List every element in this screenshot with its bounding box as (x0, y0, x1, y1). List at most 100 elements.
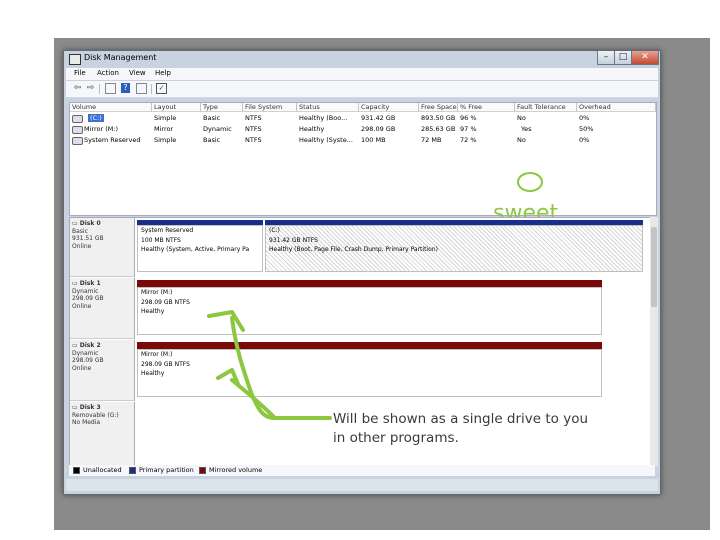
menu-help[interactable]: Help (155, 69, 171, 77)
legend-label-primary: Primary partition (139, 466, 194, 474)
volume-fault-tolerance: No (517, 136, 526, 144)
column-header-layout[interactable]: Layout (152, 103, 201, 112)
volume-file-system: NTFS (245, 136, 262, 144)
volume-status: Healthy (299, 125, 325, 133)
toolbar: ⇦ ⇨ ? ✓ (66, 81, 658, 98)
legend-swatch-mirrored (199, 467, 206, 474)
help-icon[interactable]: ? (121, 83, 130, 93)
refresh-icon[interactable] (136, 83, 147, 94)
volume-free-space: 72 MB (421, 136, 442, 144)
menu-file[interactable]: File (74, 69, 86, 77)
minimize-button[interactable]: – (597, 51, 615, 65)
partition-title: System Reserved (141, 227, 194, 234)
menu-action[interactable]: Action (97, 69, 119, 77)
volume-capacity: 100 MB (361, 136, 386, 144)
volume-status: Healthy (Boo... (299, 114, 348, 122)
partition-status: Healthy (Boot, Page File, Crash Dump, Pr… (269, 246, 438, 253)
back-icon[interactable]: ⇦ (72, 83, 83, 94)
partition-status: Healthy (System, Active, Primary Pa (141, 246, 250, 253)
volume-free-space: 285.63 GB (421, 125, 456, 133)
partition-title: Mirror (M:) (141, 351, 173, 358)
console-icon[interactable]: ✓ (156, 83, 167, 94)
disk-0-label[interactable]: ▭ Disk 0 Basic 931.51 GB Online (70, 218, 135, 277)
volume-free-space: 893.50 GB (421, 114, 456, 122)
column-header-status[interactable]: Status (297, 103, 359, 112)
partition-size: 931.42 GB NTFS (269, 236, 318, 244)
toolbar-separator (151, 84, 152, 94)
volume-overhead: 0% (579, 114, 590, 122)
disk-name: ▭ Disk 0 (72, 220, 101, 227)
disk-status: Online (72, 242, 92, 250)
window-title: Disk Management (84, 53, 157, 62)
volume-fault-tolerance: No (517, 114, 526, 122)
disk-size: 298.09 GB (72, 357, 104, 364)
annotation-note: Will be shown as a single drive to you i… (333, 410, 588, 448)
disk-2-label[interactable]: ▭ Disk 2 Dynamic 298.09 GB Online (70, 340, 135, 401)
mirrored-volume-bar (137, 280, 602, 287)
disk-management-app-icon (69, 54, 81, 65)
volume-type: Dynamic (203, 125, 232, 133)
volume-fault-tolerance: Yes (521, 125, 532, 133)
volume-name: Mirror (M:) (84, 125, 119, 133)
graphical-view-scrollbar[interactable] (650, 217, 658, 466)
volume-overhead: 0% (579, 136, 590, 144)
partition-size: 298.09 GB NTFS (141, 298, 190, 306)
disk-status: No Media (72, 419, 101, 426)
partition-mirror-disk-1[interactable]: Mirror (M:) 298.09 GB NTFS Healthy (137, 287, 602, 335)
legend-label-unallocated: Unallocated (83, 466, 122, 474)
volume-percent-free: 72 % (460, 136, 477, 144)
volume-name: (C:) (88, 114, 104, 122)
column-header-free-space[interactable]: Free Space (419, 103, 458, 112)
volume-drive-icon (72, 115, 83, 123)
volume-percent-free: 97 % (460, 125, 477, 133)
volume-row[interactable]: (C:) Simple Basic NTFS Healthy (Boo... 9… (70, 113, 656, 124)
volume-layout: Simple (154, 114, 177, 122)
column-header-file-system[interactable]: File System (243, 103, 297, 112)
column-header-fault-tolerance[interactable]: Fault Tolerance (515, 103, 577, 112)
annotation-note-line-1: Will be shown as a single drive to you (333, 411, 589, 427)
disk-name-text: Disk 1 (79, 280, 101, 287)
partition-title: (C:) (269, 227, 280, 234)
column-header-percent-free[interactable]: % Free (458, 103, 515, 112)
volume-layout: Mirror (154, 125, 174, 133)
partition-system-reserved[interactable]: System Reserved 100 MB NTFS Healthy (Sys… (137, 225, 263, 272)
status-bar (66, 479, 658, 491)
menu-view[interactable]: View (129, 69, 146, 77)
partition-status: Healthy (141, 308, 165, 315)
volume-name: System Reserved (84, 136, 141, 144)
highlight-circle (517, 172, 543, 192)
scrollbar-thumb[interactable] (651, 227, 657, 307)
column-header-capacity[interactable]: Capacity (359, 103, 419, 112)
disk-name: ▭ Disk 1 (72, 280, 101, 287)
properties-icon[interactable] (105, 83, 116, 94)
disk-name: ▭ Disk 2 (72, 342, 101, 349)
maximize-button[interactable]: □ (614, 51, 632, 65)
volume-layout: Simple (154, 136, 177, 144)
partition-size: 100 MB NTFS (141, 236, 181, 244)
disk-type: Basic (72, 227, 88, 235)
legend-swatch-unallocated (73, 467, 80, 474)
column-header-type[interactable]: Type (201, 103, 243, 112)
disk-size: 931.51 GB (72, 235, 104, 242)
volume-file-system: NTFS (245, 114, 262, 122)
column-header-overhead[interactable]: Overhead (577, 103, 656, 112)
disk-name-text: Disk 2 (79, 342, 101, 349)
volume-type: Basic (203, 114, 221, 122)
volume-row[interactable]: Mirror (M:) Mirror Dynamic NTFS Healthy … (70, 124, 656, 135)
close-button[interactable]: ✕ (631, 51, 659, 65)
volume-list: Volume Layout Type File System Status Ca… (69, 102, 657, 226)
forward-icon[interactable]: ⇨ (85, 83, 96, 94)
disk-status: Online (72, 302, 92, 310)
title-bar[interactable]: Disk Management – □ ✕ (64, 51, 660, 67)
volume-capacity: 298.09 GB (361, 125, 396, 133)
volume-row[interactable]: System Reserved Simple Basic NTFS Health… (70, 135, 656, 146)
disk-3-label[interactable]: ▭ Disk 3 Removable (G:) No Media (70, 402, 135, 465)
disk-type: Removable (G:) (72, 411, 119, 419)
column-header-volume[interactable]: Volume (70, 103, 152, 112)
partition-c-drive[interactable]: (C:) 931.42 GB NTFS Healthy (Boot, Page … (265, 225, 643, 272)
partition-mirror-disk-2[interactable]: Mirror (M:) 298.09 GB NTFS Healthy (137, 349, 602, 397)
disk-1-label[interactable]: ▭ Disk 1 Dynamic 298.09 GB Online (70, 278, 135, 339)
volume-overhead: 50% (579, 125, 594, 133)
disk-name-text: Disk 0 (79, 220, 101, 227)
legend: Unallocated Primary partition Mirrored v… (69, 465, 655, 476)
